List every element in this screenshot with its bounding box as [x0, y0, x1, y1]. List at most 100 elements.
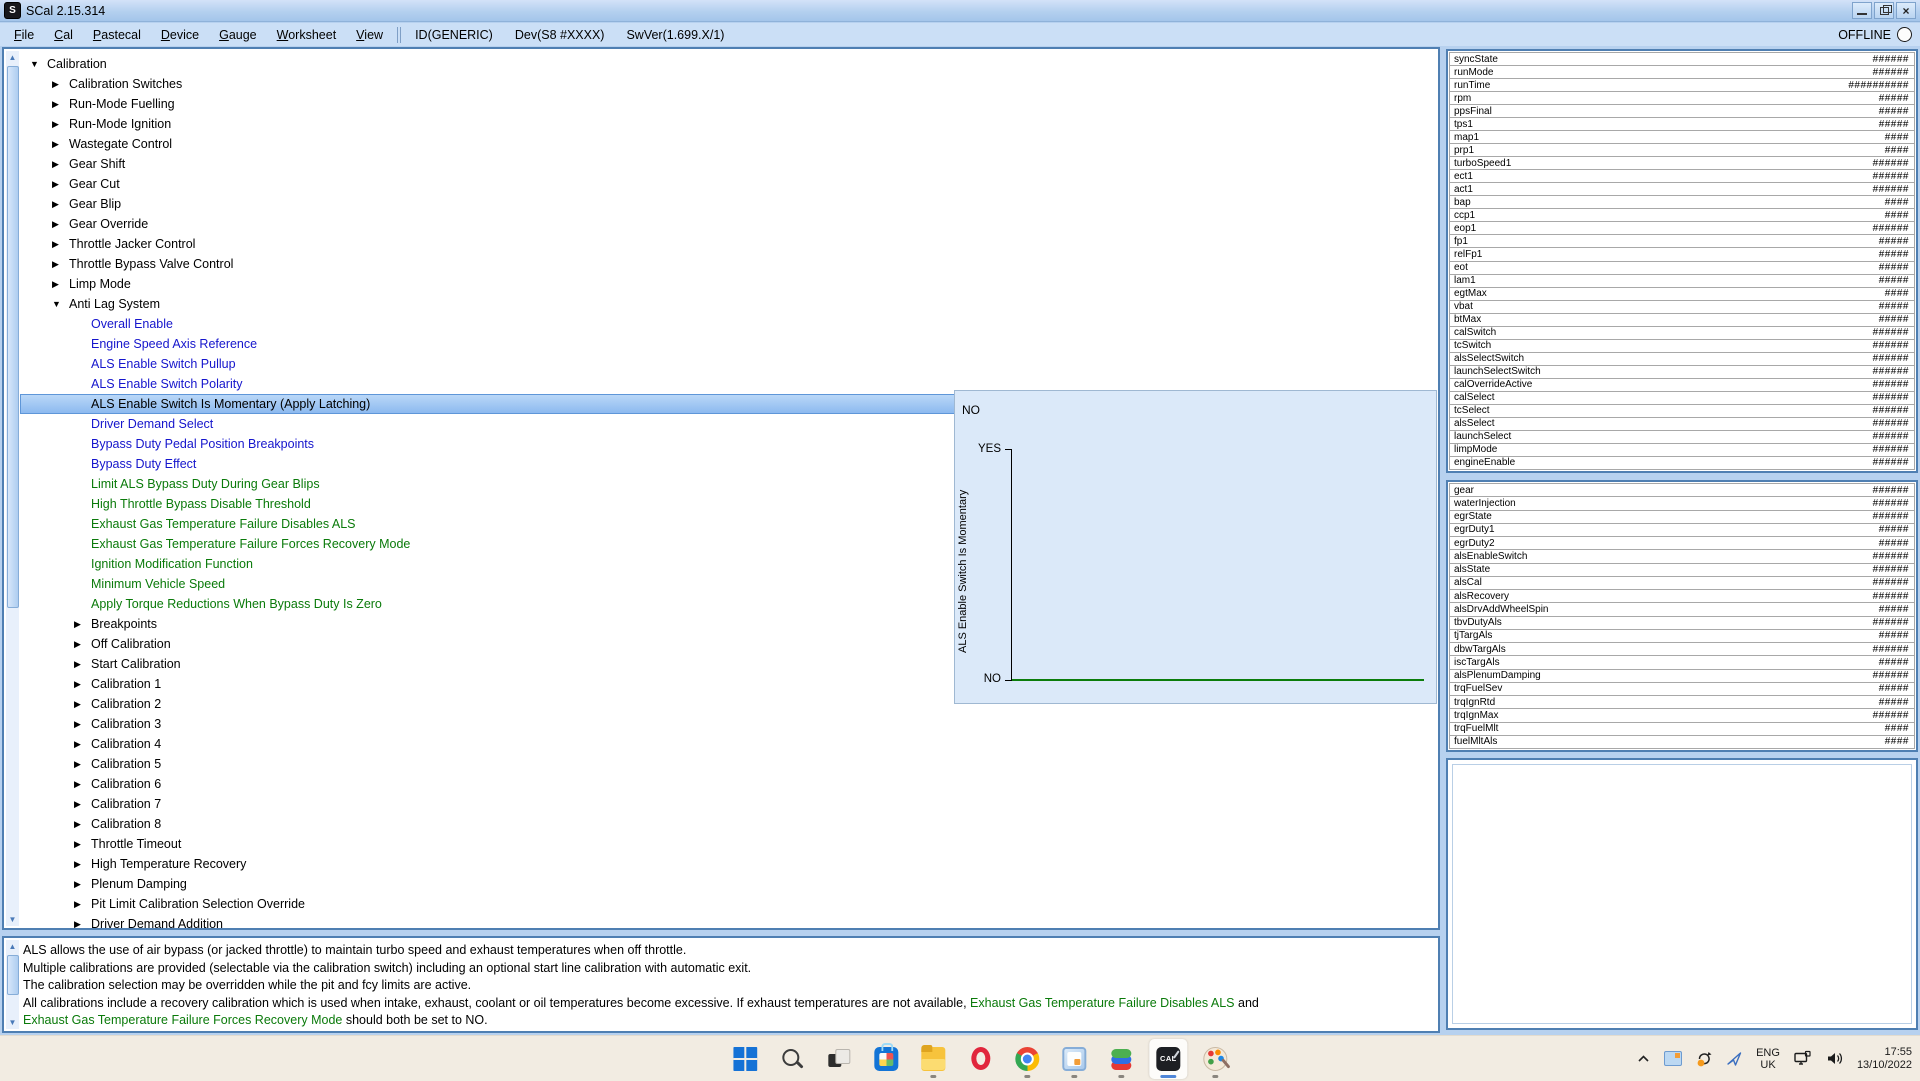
tree-item[interactable]: ▶Run-Mode Fuelling: [20, 94, 1436, 114]
tray-photos-icon[interactable]: [1664, 1051, 1682, 1066]
description-scrollbar-thumb[interactable]: [7, 955, 19, 995]
clock[interactable]: 17:55 13/10/2022: [1857, 1046, 1912, 1072]
watch-row[interactable]: alsDrvAddWheelSpin#####: [1449, 602, 1915, 615]
tree-item[interactable]: ▶Run-Mode Ignition: [20, 114, 1436, 134]
tree-toggle-icon[interactable]: ▶: [52, 219, 69, 230]
bluestacks-icon[interactable]: [1102, 1039, 1140, 1079]
watch-row[interactable]: calSelect######: [1449, 391, 1915, 404]
menu-device[interactable]: Device: [151, 26, 209, 44]
volume-icon[interactable]: [1825, 1050, 1844, 1067]
photos-icon[interactable]: [1055, 1039, 1093, 1079]
watch-row[interactable]: fuelMltAls####: [1449, 735, 1915, 749]
tree-toggle-icon[interactable]: ▶: [74, 819, 91, 830]
watch-row[interactable]: alsPlenumDamping######: [1449, 669, 1915, 682]
tree-toggle-icon[interactable]: ▶: [74, 719, 91, 730]
watch-row[interactable]: launchSelect######: [1449, 430, 1915, 443]
watch-row[interactable]: launchSelectSwitch######: [1449, 365, 1915, 378]
watch-row[interactable]: calOverrideActive######: [1449, 378, 1915, 391]
tree-item[interactable]: ▶Calibration 3: [20, 714, 1436, 734]
tree-toggle-icon[interactable]: ▶: [52, 239, 69, 250]
restore-button[interactable]: [1874, 2, 1894, 19]
tree-toggle-icon[interactable]: ▶: [74, 639, 91, 650]
watch-row[interactable]: dbwTargAls######: [1449, 642, 1915, 655]
tree-toggle-icon[interactable]: ▶: [74, 739, 91, 750]
tree-item[interactable]: ▶Calibration 4: [20, 734, 1436, 754]
tree-toggle-icon[interactable]: ▶: [74, 839, 91, 850]
tree-toggle-icon[interactable]: ▼: [52, 299, 69, 309]
sync-icon[interactable]: [1695, 1050, 1713, 1067]
watch-row[interactable]: fp1#####: [1449, 234, 1915, 247]
tree-toggle-icon[interactable]: ▶: [74, 919, 91, 930]
watch-row[interactable]: iscTargAls#####: [1449, 655, 1915, 668]
watch-row[interactable]: map1####: [1449, 130, 1915, 143]
tree-toggle-icon[interactable]: ▶: [74, 679, 91, 690]
tree-item[interactable]: ▶Gear Blip: [20, 194, 1436, 214]
watch-row[interactable]: engineEnable######: [1449, 456, 1915, 470]
watch-row[interactable]: limpMode######: [1449, 443, 1915, 456]
watch-row[interactable]: tcSelect######: [1449, 404, 1915, 417]
chrome-icon[interactable]: [1008, 1039, 1046, 1079]
watch-row[interactable]: alsEnableSwitch######: [1449, 549, 1915, 562]
watch-row[interactable]: tcSwitch######: [1449, 339, 1915, 352]
watch-row[interactable]: act1######: [1449, 182, 1915, 195]
hidden-icons-chevron-icon[interactable]: [1636, 1052, 1651, 1066]
location-icon[interactable]: [1726, 1051, 1743, 1067]
watch-row[interactable]: vbat#####: [1449, 300, 1915, 313]
tree-toggle-icon[interactable]: ▶: [52, 119, 69, 130]
tree-toggle-icon[interactable]: ▶: [74, 699, 91, 710]
watch-row[interactable]: tbvDutyAls######: [1449, 616, 1915, 629]
watch-row[interactable]: egrDuty2#####: [1449, 536, 1915, 549]
scroll-down-icon[interactable]: ▼: [6, 913, 19, 926]
watch-row[interactable]: alsSelect######: [1449, 417, 1915, 430]
watch-row[interactable]: eot#####: [1449, 261, 1915, 274]
tree-toggle-icon[interactable]: ▶: [52, 159, 69, 170]
language-indicator[interactable]: ENG UK: [1756, 1047, 1780, 1071]
watch-row[interactable]: ect1######: [1449, 169, 1915, 182]
tree-toggle-icon[interactable]: ▶: [52, 259, 69, 270]
explorer-icon[interactable]: [914, 1039, 952, 1079]
start-icon[interactable]: [726, 1039, 764, 1079]
watch-row[interactable]: bap####: [1449, 195, 1915, 208]
tree-item[interactable]: ▶Gear Cut: [20, 174, 1436, 194]
tree-item[interactable]: ▶Pit Limit Calibration Selection Overrid…: [20, 894, 1436, 914]
tree-toggle-icon[interactable]: ▶: [74, 899, 91, 910]
description-link[interactable]: Exhaust Gas Temperature Failure Forces R…: [23, 1013, 342, 1027]
tree-item[interactable]: ▶Gear Override: [20, 214, 1436, 234]
tree-item[interactable]: ▶Throttle Timeout: [20, 834, 1436, 854]
tree-item[interactable]: ALS Enable Switch Pullup: [20, 354, 1436, 374]
watch-row[interactable]: gear######: [1449, 483, 1915, 496]
watch-row[interactable]: trqFuelMlt####: [1449, 722, 1915, 735]
scroll-down-icon[interactable]: ▼: [6, 1016, 19, 1029]
close-button[interactable]: ×: [1896, 2, 1916, 19]
tree-toggle-icon[interactable]: ▶: [74, 659, 91, 670]
tree-item[interactable]: ▶Calibration 7: [20, 794, 1436, 814]
tree-toggle-icon[interactable]: ▶: [74, 859, 91, 870]
tree-toggle-icon[interactable]: ▶: [52, 99, 69, 110]
tree-scrollbar-thumb[interactable]: [7, 66, 19, 608]
tree-item[interactable]: ▶High Temperature Recovery: [20, 854, 1436, 874]
watch-row[interactable]: trqIgnMax######: [1449, 708, 1915, 721]
watch-row[interactable]: tjTargAls#####: [1449, 629, 1915, 642]
tree-item[interactable]: ▶Calibration 8: [20, 814, 1436, 834]
menu-view[interactable]: View: [346, 26, 393, 44]
menu-file[interactable]: File: [4, 26, 44, 44]
watch-row[interactable]: egrDuty1#####: [1449, 523, 1915, 536]
watch-row[interactable]: btMax#####: [1449, 313, 1915, 326]
tree-item[interactable]: ▼Anti Lag System: [20, 294, 1436, 314]
scroll-up-icon[interactable]: ▲: [6, 940, 19, 953]
tree-toggle-icon[interactable]: ▶: [52, 279, 69, 290]
tree-toggle-icon[interactable]: ▶: [74, 879, 91, 890]
menu-worksheet[interactable]: Worksheet: [267, 26, 347, 44]
watch-row[interactable]: lam1#####: [1449, 274, 1915, 287]
tree-item[interactable]: Overall Enable: [20, 314, 1436, 334]
watch-row[interactable]: alsCal######: [1449, 576, 1915, 589]
watch-row[interactable]: waterInjection######: [1449, 496, 1915, 509]
watch-row[interactable]: syncState######: [1449, 52, 1915, 65]
tree-item[interactable]: ▼Calibration: [20, 54, 1436, 74]
watch-row[interactable]: eop1######: [1449, 221, 1915, 234]
tree-toggle-icon[interactable]: ▶: [74, 799, 91, 810]
watch-row[interactable]: alsRecovery######: [1449, 589, 1915, 602]
description-scrollbar[interactable]: ▲ ▼: [6, 940, 19, 1029]
scroll-up-icon[interactable]: ▲: [6, 51, 19, 64]
watch-row[interactable]: ppsFinal#####: [1449, 104, 1915, 117]
